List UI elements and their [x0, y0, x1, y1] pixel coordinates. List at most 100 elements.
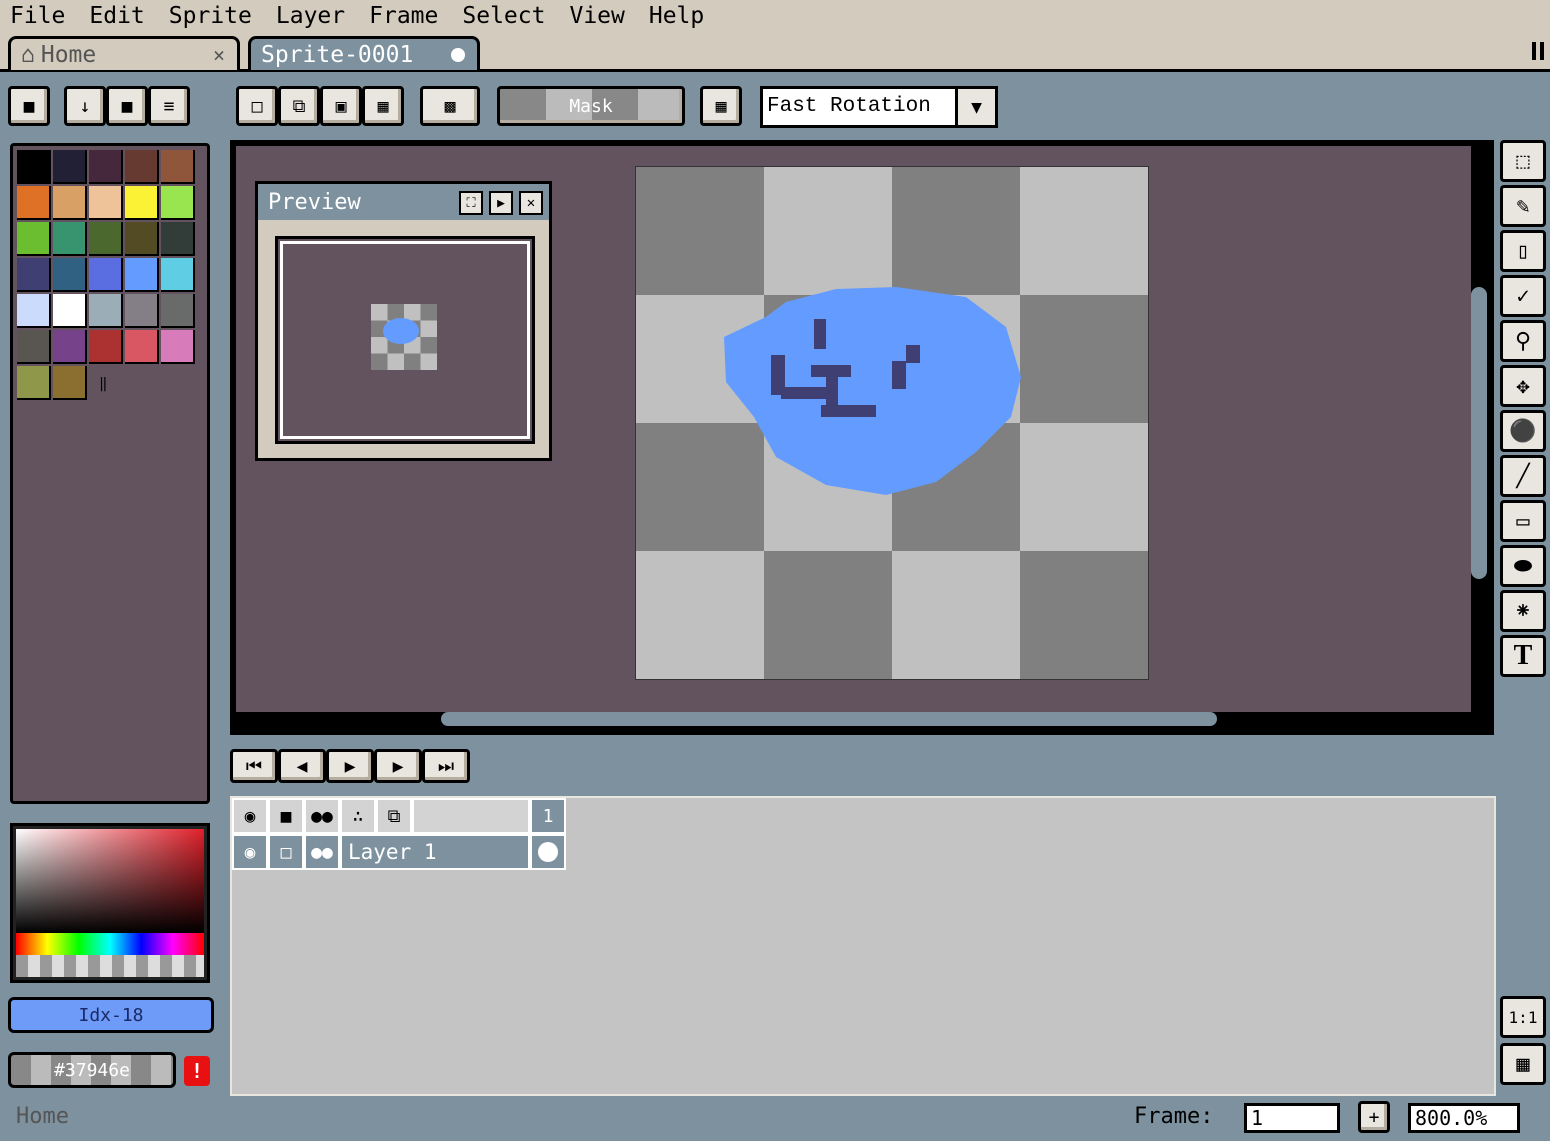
ellipse-icon[interactable]: ⬬ [1500, 545, 1546, 587]
menu-select[interactable]: Select [462, 3, 545, 29]
menu-sprite[interactable]: Sprite [169, 3, 252, 29]
transparent-selection-icon[interactable]: ▩ [420, 86, 480, 126]
pencil-icon[interactable]: ✎ [1500, 185, 1546, 227]
rectangular-marquee-icon[interactable]: ⬚ [1500, 140, 1546, 182]
first-frame-icon[interactable]: ⏮ [230, 749, 278, 783]
last-frame-icon[interactable]: ⏭ [422, 749, 470, 783]
selection-intersect-icon[interactable]: ▦ [362, 86, 404, 126]
palette-swatch[interactable] [89, 330, 123, 364]
palette-swatch[interactable] [53, 366, 87, 400]
tab-sprite[interactable]: Sprite-0001 [248, 36, 480, 70]
padlock-icon[interactable]: ■ [268, 798, 304, 834]
eraser-icon[interactable]: ▯ [1500, 230, 1546, 272]
palette-swatch[interactable] [89, 222, 123, 256]
rotation-algorithm-select[interactable]: Fast Rotation ▼ [760, 86, 998, 128]
layer-name[interactable]: Layer 1 [340, 834, 530, 870]
palette-swatch[interactable] [89, 294, 123, 328]
palette-swatch[interactable] [125, 294, 159, 328]
warning-icon[interactable]: ! [184, 1056, 210, 1086]
sprite-canvas[interactable] [635, 166, 1149, 680]
play-icon[interactable]: ▶ [489, 191, 513, 215]
palette-swatch[interactable] [125, 150, 159, 184]
download-icon[interactable]: ↓ [64, 86, 106, 126]
palette-swatch[interactable] [17, 258, 51, 292]
eye-icon[interactable]: ◉ [232, 798, 268, 834]
pivot-icon[interactable]: ▦ [700, 86, 742, 126]
palette-swatch[interactable] [89, 186, 123, 220]
menu-frame[interactable]: Frame [369, 3, 438, 29]
tabs-menu-icon[interactable] [1532, 42, 1544, 60]
frame-header[interactable]: 1 [530, 798, 566, 834]
mask-color-button[interactable]: Mask [497, 86, 685, 126]
palette-swatch[interactable] [17, 294, 51, 328]
previous-frame-icon[interactable]: ◀ [278, 749, 326, 783]
cel-frame-1[interactable] [530, 834, 566, 870]
palette-swatch[interactable] [53, 222, 87, 256]
palette-swatch[interactable] [53, 186, 87, 220]
palette-swatch[interactable] [53, 258, 87, 292]
palette-swatch[interactable] [161, 222, 195, 256]
close-icon[interactable]: ✕ [519, 191, 543, 215]
selection-replace-icon[interactable]: □ [236, 86, 278, 126]
fullscreen-icon[interactable]: ⛶ [459, 191, 483, 215]
color-picker[interactable] [10, 823, 210, 983]
layer-group-icon[interactable]: ∴ [340, 798, 376, 834]
menu-edit[interactable]: Edit [89, 3, 144, 29]
palette-swatch[interactable] [17, 330, 51, 364]
timeline-toggle-icon[interactable]: ▦ [1500, 1043, 1546, 1085]
alpha-slider[interactable] [16, 955, 204, 977]
tab-home[interactable]: ⌂ Home × [8, 36, 240, 70]
background-color-button[interactable]: #37946e [8, 1052, 176, 1088]
palette-swatch[interactable] [17, 222, 51, 256]
menu-help[interactable]: Help [649, 3, 704, 29]
preview-titlebar[interactable]: Preview ⛶ ▶ ✕ [258, 184, 549, 220]
palette-swatch[interactable] [89, 258, 123, 292]
palette-swatch[interactable] [53, 150, 87, 184]
menu-layer[interactable]: Layer [276, 3, 345, 29]
spray-icon[interactable]: ⁕ [1500, 590, 1546, 632]
one-to-one-button[interactable]: 1:1 [1500, 996, 1546, 1038]
hue-slider[interactable] [16, 933, 204, 955]
palette-swatch[interactable] [161, 294, 195, 328]
palette-resize-handle[interactable]: ‖ [99, 376, 107, 392]
play-icon[interactable]: ▶ [326, 749, 374, 783]
palette-swatch[interactable] [125, 258, 159, 292]
menu-icon[interactable]: ≡ [148, 86, 190, 126]
palette-swatch[interactable] [89, 150, 123, 184]
palette-swatch[interactable] [125, 330, 159, 364]
vertical-scrollbar[interactable] [1471, 287, 1487, 579]
lock-icon[interactable]: ■ [8, 86, 50, 126]
palette-swatch[interactable] [17, 366, 51, 400]
selection-subtract-icon[interactable]: ▣ [320, 86, 362, 126]
palette-swatch[interactable] [161, 186, 195, 220]
palette-swatch[interactable] [161, 330, 195, 364]
palette-swatch[interactable] [53, 330, 87, 364]
palette-swatch[interactable] [17, 186, 51, 220]
paint-bucket-icon[interactable]: ⚫ [1500, 410, 1546, 452]
move-icon[interactable]: ✥ [1500, 365, 1546, 407]
unsaved-dot-icon[interactable] [451, 47, 465, 62]
line-icon[interactable]: ╱ [1500, 455, 1546, 497]
palette-swatch[interactable] [17, 150, 51, 184]
foreground-color-button[interactable]: Idx-18 [8, 997, 214, 1033]
zoom-input[interactable]: 800.0% [1408, 1103, 1520, 1133]
layer-continuous-icon[interactable]: ●● [304, 834, 340, 870]
chevron-down-icon[interactable]: ▼ [955, 89, 995, 125]
palette-swatch[interactable] [161, 258, 195, 292]
next-frame-icon[interactable]: ▶ [374, 749, 422, 783]
palette-swatch[interactable] [125, 222, 159, 256]
palette-swatch[interactable] [161, 150, 195, 184]
text-tool-icon[interactable]: T [1500, 635, 1546, 677]
preview-window[interactable]: Preview ⛶ ▶ ✕ [255, 181, 552, 461]
eyedropper-icon[interactable]: ✓ [1500, 275, 1546, 317]
add-frame-button[interactable]: + [1358, 1101, 1390, 1133]
square-icon[interactable]: ■ [106, 86, 148, 126]
selection-add-icon[interactable]: ⧉ [278, 86, 320, 126]
menu-file[interactable]: File [10, 3, 65, 29]
frame-input[interactable]: 1 [1244, 1103, 1340, 1133]
layer-unlock-icon[interactable]: □ [268, 834, 304, 870]
menu-view[interactable]: View [569, 3, 624, 29]
close-icon[interactable]: × [213, 43, 225, 67]
layer-visibility-eye-icon[interactable]: ◉ [232, 834, 268, 870]
zoom-icon[interactable]: ⚲ [1500, 320, 1546, 362]
